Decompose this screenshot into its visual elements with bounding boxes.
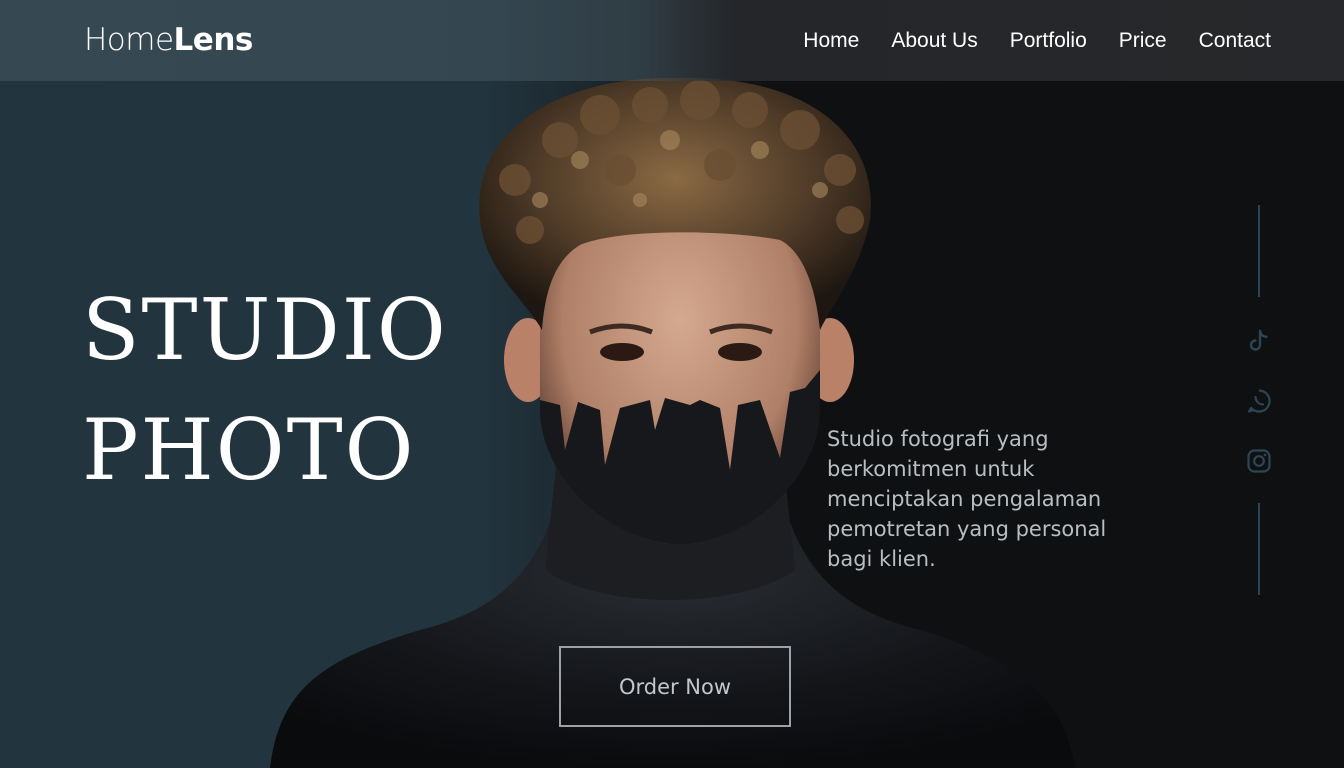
hero-tagline: Studio fotografi yang berkomitmen untuk … bbox=[827, 427, 1107, 571]
logo-home-text: Home bbox=[84, 22, 174, 58]
nav-about-us-link[interactable]: About Us bbox=[891, 27, 977, 55]
nav-price-link[interactable]: Price bbox=[1119, 27, 1167, 55]
top-navbar: HomeLens Home About Us Portfolio Price C… bbox=[0, 0, 1344, 81]
main-nav: Home About Us Portfolio Price Contact bbox=[803, 27, 1271, 55]
hero-title: STUDIO PHOTO bbox=[82, 270, 448, 510]
nav-contact-link[interactable]: Contact bbox=[1199, 27, 1271, 55]
logo-lens-text: Lens bbox=[173, 22, 254, 58]
nav-home-link[interactable]: Home bbox=[803, 27, 859, 55]
hero-title-line-1: STUDIO bbox=[82, 281, 448, 379]
homelens-logo[interactable]: HomeLens bbox=[84, 20, 253, 60]
tiktok-icon[interactable] bbox=[1245, 327, 1273, 355]
social-divider-bottom bbox=[1258, 503, 1260, 595]
hero-title-line-2: PHOTO bbox=[82, 401, 416, 499]
nav-portfolio-link[interactable]: Portfolio bbox=[1010, 27, 1087, 55]
order-now-button[interactable]: Order Now bbox=[559, 646, 791, 727]
whatsapp-icon[interactable] bbox=[1245, 387, 1273, 415]
social-divider-top bbox=[1258, 205, 1260, 297]
instagram-icon[interactable] bbox=[1245, 447, 1273, 475]
social-sidebar bbox=[1236, 205, 1282, 595]
